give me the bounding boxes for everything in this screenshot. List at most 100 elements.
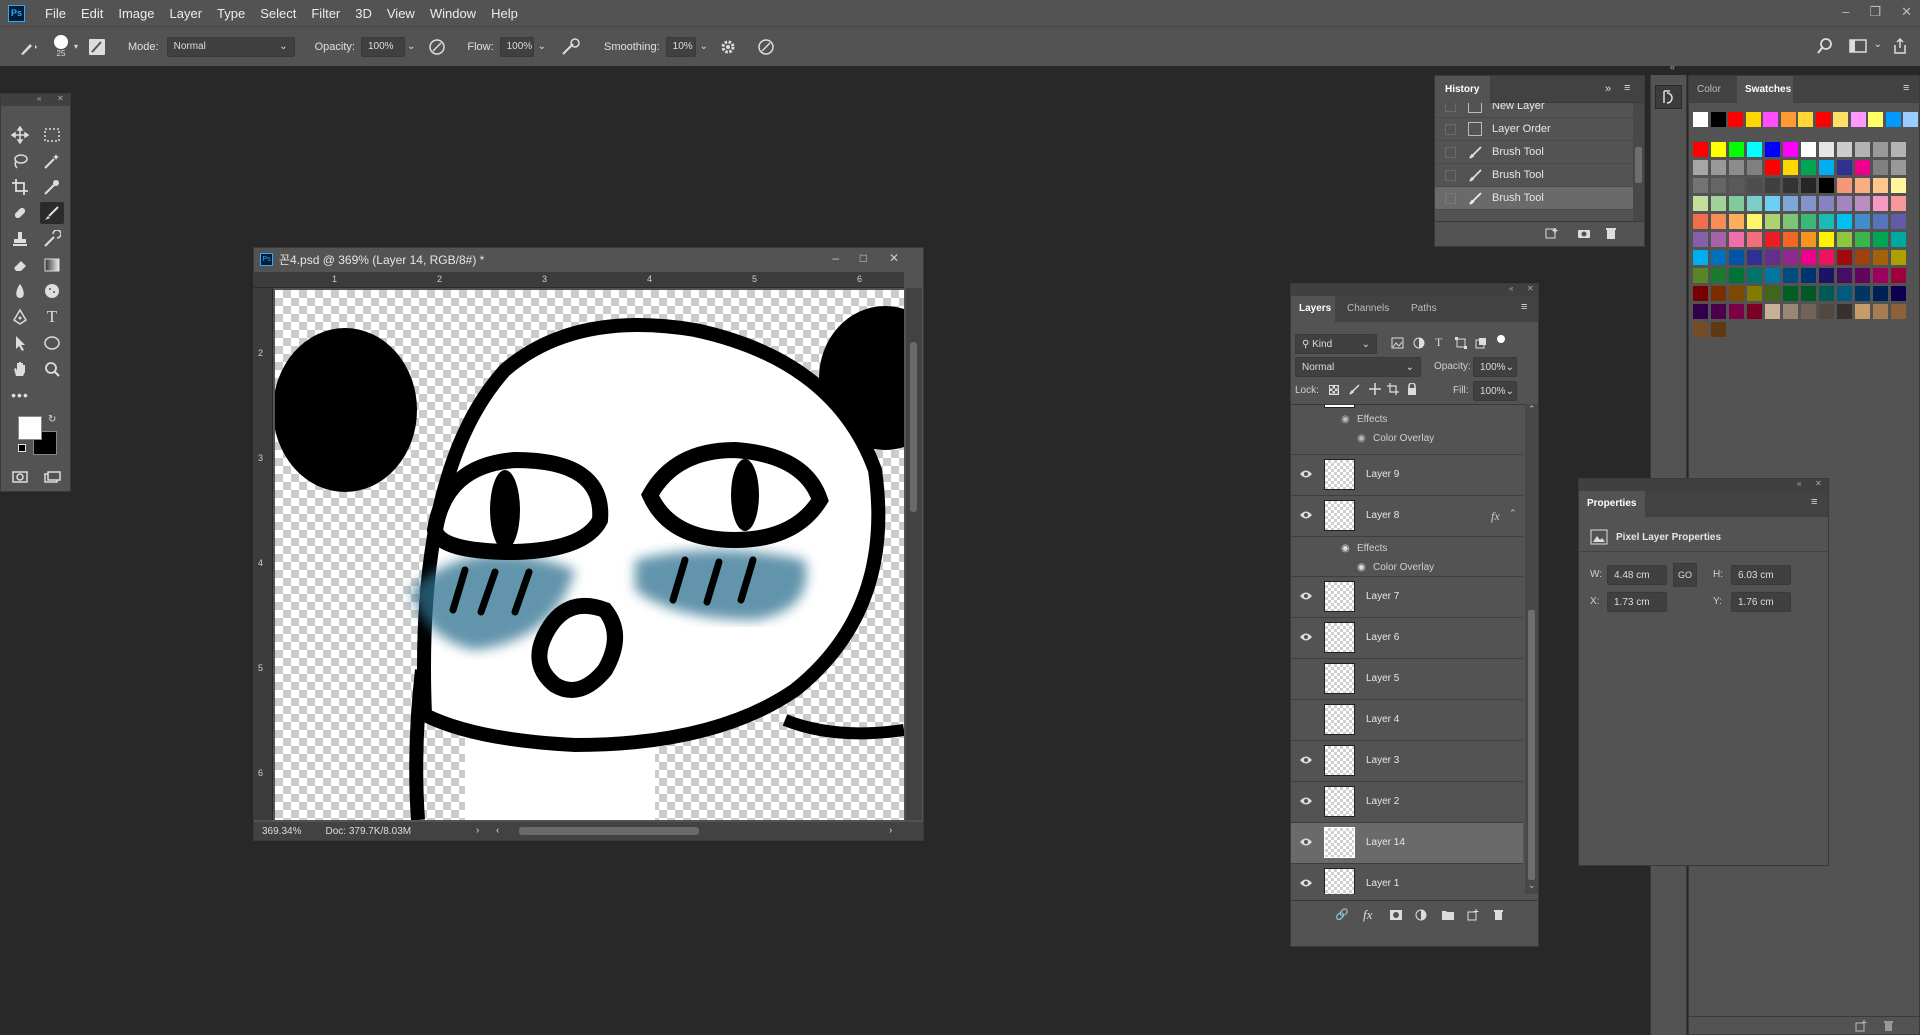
screen-mode-icon[interactable]: [40, 466, 64, 488]
layer-name[interactable]: Layer 8: [1366, 510, 1399, 521]
add-mask-icon[interactable]: [1389, 909, 1403, 921]
color-swatch[interactable]: [1837, 142, 1852, 157]
layer-name[interactable]: Layer 5: [1366, 673, 1399, 684]
color-swatch[interactable]: [1783, 286, 1798, 301]
smoothing-input[interactable]: 10%: [665, 36, 696, 57]
lock-transparency-icon[interactable]: [1329, 385, 1339, 395]
color-swatch[interactable]: [1891, 232, 1906, 247]
color-swatch[interactable]: [1729, 304, 1744, 319]
color-swatch[interactable]: [1855, 196, 1870, 211]
color-swatch[interactable]: [1819, 232, 1834, 247]
scroll-thumb[interactable]: [1528, 610, 1535, 880]
color-swatch[interactable]: [1873, 268, 1888, 283]
tab-color[interactable]: Color: [1697, 84, 1721, 95]
workspace-icon[interactable]: [1848, 37, 1868, 55]
color-swatch[interactable]: [1729, 142, 1744, 157]
color-swatch[interactable]: [1711, 178, 1726, 193]
layer-name[interactable]: Layer 3: [1366, 755, 1399, 766]
collapse-icon[interactable]: «: [1797, 479, 1801, 488]
path-selection-tool-icon[interactable]: [8, 332, 32, 354]
color-swatch[interactable]: [1801, 160, 1816, 175]
layer-name[interactable]: Layer 9: [1366, 469, 1399, 480]
lasso-tool-icon[interactable]: [8, 150, 32, 172]
height-input[interactable]: 6.03 cm: [1731, 565, 1791, 585]
chevron-up-icon[interactable]: ⌃: [1509, 508, 1517, 519]
color-swatch[interactable]: [1711, 304, 1726, 319]
color-swatch[interactable]: [1837, 304, 1852, 319]
color-swatch[interactable]: [1819, 268, 1834, 283]
color-swatch[interactable]: [1801, 178, 1816, 193]
blur-tool-icon[interactable]: [8, 280, 32, 302]
layer-row-selected[interactable]: Layer 14: [1291, 823, 1523, 864]
color-swatch[interactable]: [1711, 196, 1726, 211]
x-input[interactable]: 1.73 cm: [1607, 592, 1667, 612]
fx-badge[interactable]: fx: [1491, 509, 1500, 524]
tab-properties[interactable]: Properties: [1587, 498, 1636, 509]
swap-colors-icon[interactable]: ↻: [48, 414, 56, 425]
eye-icon[interactable]: ◉: [1341, 414, 1350, 425]
recent-swatch[interactable]: [1763, 112, 1778, 127]
flow-input[interactable]: 100%: [499, 36, 534, 57]
fill-input[interactable]: 100% ⌄: [1473, 381, 1517, 401]
snapshot-checkbox[interactable]: [1445, 192, 1456, 204]
filter-shape-icon[interactable]: [1455, 337, 1467, 349]
layer-row[interactable]: Layer 2: [1291, 782, 1523, 823]
layer-row[interactable]: Layer 1: [1291, 864, 1523, 894]
pen-tool-icon[interactable]: [8, 306, 32, 328]
layers-scrollbar[interactable]: ⌃ ⌄: [1525, 404, 1538, 894]
color-swatch[interactable]: [1819, 160, 1834, 175]
eyedropper-tool-icon[interactable]: [40, 176, 64, 198]
color-swatch[interactable]: [1747, 286, 1762, 301]
snapshot-checkbox[interactable]: [1445, 123, 1456, 135]
color-swatch[interactable]: [1783, 304, 1798, 319]
crop-tool-icon[interactable]: [8, 176, 32, 198]
layer-name[interactable]: Layer 2: [1366, 796, 1399, 807]
color-swatch[interactable]: [1747, 160, 1762, 175]
recent-swatch[interactable]: [1728, 112, 1743, 127]
color-swatch[interactable]: [1855, 232, 1870, 247]
color-swatch[interactable]: [1801, 304, 1816, 319]
color-swatch[interactable]: [1693, 250, 1708, 265]
tab-swatches[interactable]: Swatches: [1745, 84, 1791, 95]
default-colors-icon[interactable]: [18, 444, 26, 452]
color-swatch[interactable]: [1873, 196, 1888, 211]
color-swatch[interactable]: [1801, 214, 1816, 229]
color-swatch[interactable]: [1747, 304, 1762, 319]
magic-wand-tool-icon[interactable]: [40, 150, 64, 172]
layer-name[interactable]: Layer 6: [1366, 632, 1399, 643]
color-swatch[interactable]: [1819, 178, 1834, 193]
color-swatch[interactable]: [1747, 178, 1762, 193]
color-swatch[interactable]: [1711, 268, 1726, 283]
recent-swatch[interactable]: [1780, 112, 1796, 127]
color-swatch[interactable]: [1819, 196, 1834, 211]
color-swatch[interactable]: [1837, 250, 1852, 265]
filter-smart-object-icon[interactable]: [1475, 337, 1487, 349]
color-swatch[interactable]: [1729, 178, 1744, 193]
color-swatch[interactable]: [1891, 304, 1906, 319]
restore-icon[interactable]: ❐: [1869, 4, 1881, 20]
document-title-bar[interactable]: Ps 꼰4.psd @ 369% (Layer 14, RGB/8#) * – …: [254, 248, 923, 270]
color-swatch[interactable]: [1711, 322, 1726, 337]
recent-swatch[interactable]: [1885, 112, 1901, 127]
pressure-size-icon[interactable]: [756, 37, 776, 57]
healing-brush-tool-icon[interactable]: [8, 202, 32, 224]
color-swatch[interactable]: [1693, 178, 1708, 193]
close-icon[interactable]: ✕: [1527, 284, 1534, 293]
visibility-toggle-empty[interactable]: [1299, 673, 1310, 684]
color-swatch[interactable]: [1765, 214, 1780, 229]
link-layers-icon[interactable]: 🔗: [1335, 908, 1349, 921]
minimize-icon[interactable]: –: [1842, 4, 1849, 20]
collapse-icon[interactable]: »: [1605, 83, 1611, 95]
eye-icon[interactable]: ◉: [1357, 562, 1366, 573]
history-panel-icon[interactable]: [1655, 85, 1682, 109]
color-swatch[interactable]: [1765, 178, 1780, 193]
color-swatch[interactable]: [1801, 232, 1816, 247]
color-swatch[interactable]: [1837, 286, 1852, 301]
color-swatch[interactable]: [1693, 214, 1708, 229]
color-swatch[interactable]: [1891, 214, 1906, 229]
color-swatch[interactable]: [1783, 250, 1798, 265]
lock-position-icon[interactable]: [1369, 383, 1381, 395]
eye-icon[interactable]: ◉: [1341, 543, 1350, 554]
color-swatch[interactable]: [1747, 250, 1762, 265]
menu-file[interactable]: File: [45, 6, 66, 21]
